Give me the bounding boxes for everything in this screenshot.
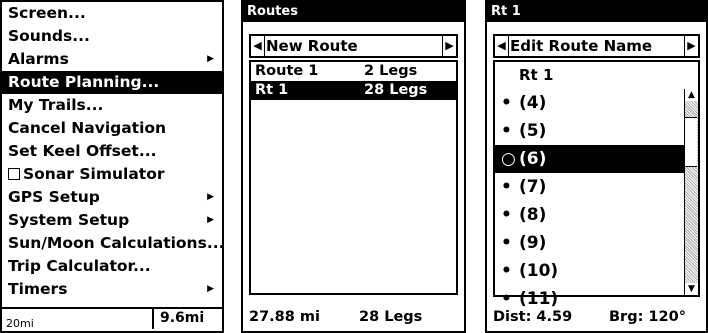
route-point-label: (8): [519, 205, 547, 225]
routes-screen: Routes ◀ New Route ▶ Route 1 2 Legs Rt 1 28…: [241, 0, 466, 333]
route-name: Route 1: [255, 63, 319, 79]
menu-item[interactable]: Sun/Moon Calculations...: [2, 232, 222, 255]
menu-item-label: Timers: [8, 280, 68, 298]
left-arrow-icon[interactable]: ◀: [251, 36, 265, 56]
route-point-label: (11): [519, 289, 559, 309]
new-route-label: New Route: [266, 37, 358, 55]
menu-item[interactable]: Trip Calculator...: [2, 255, 222, 278]
routes-list: Route 1 2 Legs Rt 1 28 Legs: [249, 60, 458, 295]
bullet-icon: •: [501, 233, 512, 253]
edit-route-name-selector[interactable]: ◀ Edit Route Name ▶: [493, 34, 700, 58]
menu-item-label: System Setup: [8, 211, 130, 229]
menu-item[interactable]: Sounds...: [2, 25, 222, 48]
map-scale-label: 20mi: [6, 317, 34, 330]
menu-item[interactable]: Alarms ▶: [2, 48, 222, 71]
route-points-panel: Rt 1 • (4) • (5) ○ (6) • (7) • (8) • (9) • (10) • (11) …: [493, 60, 700, 309]
leg-bearing: Brg: 120°: [609, 309, 686, 325]
menu-item-label: Sonar Simulator: [23, 165, 165, 183]
menu-item[interactable]: Cancel Navigation: [2, 117, 222, 140]
menu-item-label: Screen...: [8, 4, 86, 22]
route-detail-title: Rt 1: [487, 2, 706, 22]
scrollbar[interactable]: ▲ ▼: [684, 89, 698, 295]
leg-distance: Dist: 4.59: [493, 309, 573, 325]
checkbox-icon[interactable]: [8, 168, 20, 180]
menu-item[interactable]: Sonar Simulator: [2, 163, 222, 186]
right-arrow-icon[interactable]: ▶: [684, 36, 698, 56]
menu-item[interactable]: System Setup ▶: [2, 209, 222, 232]
route-point-row[interactable]: • (7): [495, 173, 684, 201]
bullet-icon: •: [501, 205, 512, 225]
menu-item-label: GPS Setup: [8, 188, 100, 206]
menu-item[interactable]: Timers ▶: [2, 278, 222, 301]
route-point-row[interactable]: ○ (6): [495, 145, 684, 173]
route-point-label: (10): [519, 261, 559, 281]
route-point-row[interactable]: • (9): [495, 229, 684, 257]
map-status-bar: 20mi 9.6mi: [2, 307, 222, 331]
menu-item[interactable]: My Trails...: [2, 94, 222, 117]
new-route-selector[interactable]: ◀ New Route ▶: [249, 34, 458, 58]
route-points-list: • (4) • (5) ○ (6) • (7) • (8) • (9) • (10) • (11): [495, 89, 698, 313]
route-legs: 28 Legs: [364, 82, 428, 98]
scroll-up-icon[interactable]: ▲: [685, 89, 698, 101]
menu-item-label: Trip Calculator...: [8, 257, 151, 275]
submenu-arrow-icon: ▶: [207, 284, 214, 294]
menu-item[interactable]: Route Planning...: [2, 71, 222, 94]
menu-item-label: Sounds...: [8, 27, 90, 45]
right-arrow-icon[interactable]: ▶: [442, 36, 456, 56]
main-menu-list: Screen... Sounds... Alarms ▶ Route Planning.…: [2, 2, 222, 301]
submenu-arrow-icon: ▶: [207, 215, 214, 225]
route-point-row[interactable]: • (10): [495, 257, 684, 285]
left-arrow-icon[interactable]: ◀: [495, 36, 509, 56]
menu-item-label: Cancel Navigation: [8, 119, 167, 137]
map-distance-readout: 9.6mi: [152, 307, 222, 329]
route-point-label: (7): [519, 177, 547, 197]
bullet-icon: •: [501, 261, 512, 281]
menu-item-label: Set Keel Offset...: [8, 142, 157, 160]
bullet-icon: •: [501, 177, 512, 197]
route-point-row[interactable]: • (4): [495, 89, 684, 117]
scrollbar-thumb[interactable]: [685, 117, 697, 167]
route-point-label: (6): [519, 149, 547, 169]
bullet-icon: •: [501, 93, 512, 113]
menu-item[interactable]: GPS Setup ▶: [2, 186, 222, 209]
route-point-row[interactable]: • (8): [495, 201, 684, 229]
menu-item-label: My Trails...: [8, 96, 104, 114]
main-menu-screen: Screen... Sounds... Alarms ▶ Route Planning.…: [0, 0, 224, 333]
route-row[interactable]: Route 1 2 Legs: [251, 62, 456, 81]
menu-item-label: Sun/Moon Calculations...: [8, 234, 224, 252]
route-row[interactable]: Rt 1 28 Legs: [251, 81, 456, 100]
open-circle-icon: ○: [501, 149, 516, 169]
menu-item[interactable]: Set Keel Offset...: [2, 140, 222, 163]
total-distance: 27.88 mi: [249, 309, 320, 325]
submenu-arrow-icon: ▶: [207, 54, 214, 64]
route-point-label: (4): [519, 93, 547, 113]
route-legs: 2 Legs: [364, 63, 418, 79]
menu-item-label: Route Planning...: [8, 73, 160, 91]
edit-route-name-label: Edit Route Name: [510, 37, 653, 55]
route-name: Rt 1: [255, 82, 289, 98]
menu-item[interactable]: Screen...: [2, 2, 222, 25]
route-detail-screen: Rt 1 ◀ Edit Route Name ▶ Rt 1 • (4) • (5) ○(…: [485, 0, 708, 333]
route-point-row[interactable]: • (5): [495, 117, 684, 145]
route-point-label: (5): [519, 121, 547, 141]
route-point-label: (9): [519, 233, 547, 253]
bullet-icon: •: [501, 121, 512, 141]
route-name-heading: Rt 1: [519, 66, 554, 84]
total-legs: 28 Legs: [359, 309, 423, 325]
menu-item-label: Alarms: [8, 50, 69, 68]
scroll-down-icon[interactable]: ▼: [685, 283, 698, 295]
submenu-arrow-icon: ▶: [207, 192, 214, 202]
routes-title: Routes: [243, 2, 464, 22]
